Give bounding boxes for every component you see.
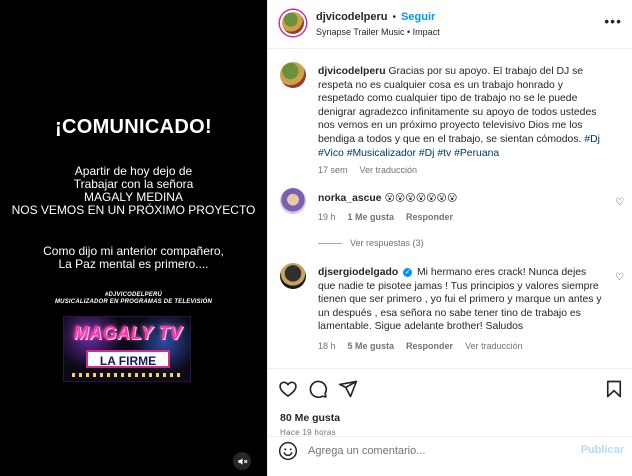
comment-time[interactable]: 19 h	[318, 212, 336, 222]
media-tag-line: MUSICALIZADOR EN PROGRAMAS DE TELEVISIÓN	[54, 299, 212, 305]
caption-meta: 17 sem Ver traducción	[318, 165, 417, 175]
header-separator: •	[392, 11, 397, 23]
speaker-muted-icon[interactable]	[233, 452, 251, 470]
post-modal: ¡COMUNICADO! Apartir de hoy dejo de Trab…	[0, 0, 632, 476]
publish-button[interactable]: Publicar	[581, 444, 624, 456]
caption-avatar[interactable]	[280, 62, 306, 88]
media-paragraph-1: Apartir de hoy dejo de Trabajar con la s…	[0, 165, 267, 217]
more-options-icon[interactable]: •••	[604, 13, 622, 29]
comment-likes[interactable]: 5 Me gusta	[348, 341, 395, 351]
comment-composer: Publicar	[268, 436, 632, 464]
see-translation-link[interactable]: Ver traducción	[465, 341, 523, 351]
follow-button[interactable]: Seguir	[401, 11, 435, 23]
logo-top-text: MAGALY TV	[73, 323, 183, 343]
comment-like-icon[interactable]: ♡	[615, 272, 624, 283]
comment-meta: 19 h 1 Me gusta Responder	[318, 212, 453, 222]
post-panel: djvicodelperu • Seguir Synapse Trailer M…	[267, 0, 632, 476]
comment-text: norka_ascue 😮😮😮😮😮😮😮	[318, 192, 604, 206]
caption-username[interactable]: djvicodelperu	[318, 66, 386, 77]
comment-input[interactable]	[308, 443, 558, 459]
media-line: La Paz mental es primero....	[58, 257, 209, 271]
post-header: djvicodelperu • Seguir Synapse Trailer M…	[268, 0, 632, 49]
reply-button[interactable]: Responder	[406, 212, 453, 222]
comment-avatar[interactable]	[280, 188, 306, 214]
media-tagline: #DJVICODELPERÚ MUSICALIZADOR EN PROGRAMA…	[0, 292, 267, 306]
media-title: ¡COMUNICADO!	[55, 116, 212, 138]
comment-text: djsergiodelgado ✓ Mi hermano eres crack!…	[318, 266, 604, 334]
comment-username[interactable]: norka_ascue	[318, 193, 382, 204]
view-replies[interactable]: Ver respuestas (3)	[318, 238, 424, 248]
comment-time[interactable]: 18 h	[318, 341, 336, 351]
reply-button[interactable]: Responder	[406, 341, 453, 351]
comment-meta: 18 h 5 Me gusta Responder Ver traducción	[318, 341, 523, 351]
media-line: NOS VEMOS EN UN PRÓXIMO PROYECTO	[11, 203, 256, 217]
caption-time[interactable]: 17 sem	[318, 165, 348, 175]
likes-count[interactable]: 80 Me gusta	[280, 412, 340, 424]
post-media[interactable]: ¡COMUNICADO! Apartir de hoy dejo de Trab…	[0, 0, 267, 476]
comment-icon[interactable]	[308, 379, 328, 399]
comment-body: 😮😮😮😮😮😮😮	[384, 193, 458, 204]
bookmark-icon[interactable]	[604, 379, 624, 399]
caption-body: Gracias por su apoyo. El trabajo del DJ …	[318, 66, 597, 145]
logo-bottom-text: LA FIRME	[86, 350, 170, 368]
media-paragraph-2: Como dijo mi anterior compañero, La Paz …	[0, 245, 267, 271]
comment-like-icon[interactable]: ♡	[615, 197, 624, 208]
caption-text: djvicodelperu Gracias por su apoyo. El t…	[318, 65, 604, 160]
avatar[interactable]	[280, 10, 306, 36]
header-line: djvicodelperu • Seguir	[316, 11, 435, 23]
comment-avatar[interactable]	[280, 263, 306, 289]
verified-badge-icon: ✓	[403, 268, 413, 277]
view-replies-label[interactable]: Ver respuestas (3)	[350, 238, 424, 248]
comment-username[interactable]: djsergiodelgado	[318, 267, 398, 278]
emoji-icon[interactable]	[278, 441, 298, 461]
comment-likes[interactable]: 1 Me gusta	[348, 212, 395, 222]
heart-icon[interactable]	[278, 379, 298, 399]
see-translation-link[interactable]: Ver traducción	[360, 165, 418, 175]
magaly-tv-logo: MAGALY TV LA FIRME	[63, 316, 191, 382]
media-tag-line: #DJVICODELPERÚ	[104, 292, 163, 298]
post-actions: 80 Me gusta Hace 19 horas Publicar	[268, 368, 632, 464]
audio-track[interactable]: Synapse Trailer Music • Impact	[316, 27, 440, 37]
share-icon[interactable]	[338, 379, 358, 399]
post-author-username[interactable]: djvicodelperu	[316, 11, 388, 23]
